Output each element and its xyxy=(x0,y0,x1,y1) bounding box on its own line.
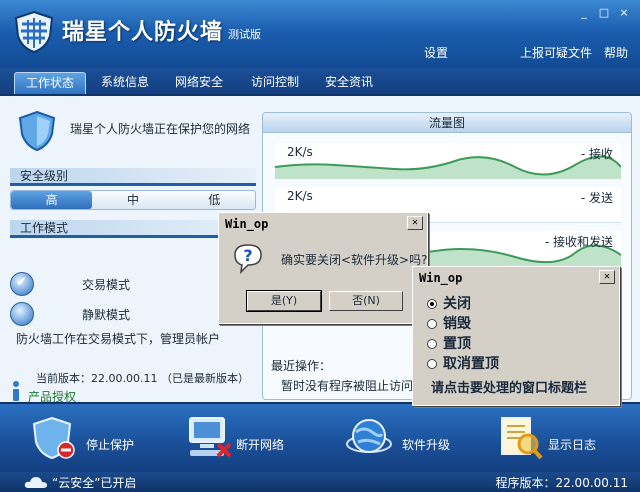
receive-rate: 2K/s xyxy=(287,145,313,159)
report-file-link[interactable]: 上报可疑文件 xyxy=(520,44,592,61)
current-version: 当前版本：22.00.00.11 （已是最新版本） xyxy=(36,372,249,385)
help-link[interactable]: 帮助 xyxy=(604,44,628,61)
option-topmost-radio-icon[interactable] xyxy=(427,339,437,349)
show-log-button[interactable]: 显示日志 xyxy=(498,414,608,464)
stop-protection-button[interactable]: 停止保护 xyxy=(30,414,140,464)
confirm-dialog-message: 确实要关闭<软件升级>吗? xyxy=(281,253,428,267)
receive-label: - 接收 xyxy=(580,147,613,161)
option-cancel-topmost-radio-icon[interactable] xyxy=(427,359,437,369)
disconnect-network-label: 断开网络 xyxy=(236,438,285,452)
option-cancel-topmost[interactable]: 取消置顶 xyxy=(427,353,499,373)
tab-work-status[interactable]: 工作状态 xyxy=(14,72,86,94)
combined-label: - 接收和发送 xyxy=(544,235,613,249)
stop-protection-label: 停止保护 xyxy=(86,438,135,452)
option-topmost[interactable]: 置顶 xyxy=(427,333,471,353)
close-button[interactable]: × xyxy=(616,6,632,20)
tab-network-security[interactable]: 网络安全 xyxy=(166,72,232,94)
cloud-security-status: “云安全”已开启 xyxy=(52,476,137,490)
tab-bar: 工作状态 系统信息 网络安全 访问控制 安全资讯 xyxy=(0,68,640,96)
program-version: 程序版本：22.00.00.11 xyxy=(495,476,628,490)
software-upgrade-label: 软件升级 xyxy=(402,438,451,452)
traffic-header: 流量图 xyxy=(263,113,631,133)
level-low[interactable]: 低 xyxy=(174,191,255,209)
title-bar: 瑞星个人防火墙 测试版 _ □ × 设置 上报可疑文件 帮助 xyxy=(0,0,640,68)
receive-graph: 2K/s - 接收 xyxy=(275,143,621,179)
mode-silent-radio-icon[interactable] xyxy=(10,302,34,326)
software-upgrade-button[interactable]: 软件升级 xyxy=(344,414,464,464)
options-dialog-close-button[interactable]: ✕ xyxy=(599,270,615,284)
options-dialog-title: Win_op ✕ xyxy=(415,269,617,287)
tab-security-news[interactable]: 安全资讯 xyxy=(316,72,382,94)
disconnect-network-button[interactable]: 断开网络 xyxy=(184,414,314,464)
info-icon xyxy=(13,381,19,401)
app-title: 瑞星个人防火墙 xyxy=(62,20,224,45)
confirm-dialog-close-button[interactable]: ✕ xyxy=(407,216,423,230)
settings-link[interactable]: 设置 xyxy=(424,44,448,61)
options-dialog-hint: 请点击要处理的窗口标题栏 xyxy=(431,381,588,396)
recent-ops-title: 最近操作： xyxy=(271,359,332,373)
receive-graph-plot xyxy=(275,155,621,179)
log-magnifier-icon xyxy=(501,417,543,460)
mode-transaction-radio-icon[interactable] xyxy=(10,272,34,296)
svg-text:?: ? xyxy=(243,246,252,265)
question-icon: ? xyxy=(234,244,262,275)
maximize-button[interactable]: □ xyxy=(596,6,612,20)
tab-access-control[interactable]: 访问控制 xyxy=(242,72,308,94)
confirm-dialog-title: Win_op ✕ xyxy=(221,215,425,233)
minimize-button[interactable]: _ xyxy=(576,6,592,20)
globe-upgrade-icon xyxy=(346,419,392,453)
tab-system-info[interactable]: 系统信息 xyxy=(92,72,158,94)
option-close-radio-icon[interactable] xyxy=(427,299,437,309)
mode-silent-label: 静默模式 xyxy=(82,308,131,322)
bottom-toolbar: 停止保护 断开网络 软件升级 显示日志 xyxy=(0,402,640,472)
level-medium[interactable]: 中 xyxy=(92,191,173,209)
window-controls: _ □ × xyxy=(576,6,632,20)
yes-button[interactable]: 是(Y) xyxy=(246,290,322,312)
status-bar: “云安全”已开启 程序版本：22.00.00.11 xyxy=(0,472,640,492)
option-close[interactable]: 关闭 xyxy=(427,293,471,313)
shield-logo-icon xyxy=(14,10,54,54)
option-destroy[interactable]: 销毁 xyxy=(427,313,471,333)
send-rate: 2K/s xyxy=(287,189,313,203)
shield-icon xyxy=(18,110,56,152)
recent-ops-text: 暂时没有程序被阻止访问 xyxy=(281,379,414,393)
mode-description: 防火墙工作在交易模式下，管理员帐户 xyxy=(16,332,221,346)
mode-transaction-label: 交易模式 xyxy=(82,278,131,292)
send-label: - 发送 xyxy=(580,191,613,205)
security-level-header: 安全级别 xyxy=(10,168,256,186)
level-high[interactable]: 高 xyxy=(11,191,93,209)
window-options-dialog: Win_op ✕ 关闭 销毁 置顶 取消置顶 请点击要处理的窗口标题栏 xyxy=(412,266,620,406)
show-log-label: 显示日志 xyxy=(548,438,597,452)
option-destroy-radio-icon[interactable] xyxy=(427,319,437,329)
network-disconnect-icon xyxy=(189,417,232,458)
shield-stop-icon xyxy=(32,416,75,460)
no-button[interactable]: 否(N) xyxy=(329,291,403,311)
protect-status-text: 瑞星个人防火墙正在保护您的网络 xyxy=(70,122,251,136)
cloud-icon xyxy=(24,477,47,488)
confirm-dialog: Win_op ✕ ? 确实要关闭<软件升级>吗? 是(Y) 否(N) xyxy=(218,212,428,324)
app-edition: 测试版 xyxy=(228,28,261,41)
security-level-selector: 高 中 低 xyxy=(10,190,256,210)
